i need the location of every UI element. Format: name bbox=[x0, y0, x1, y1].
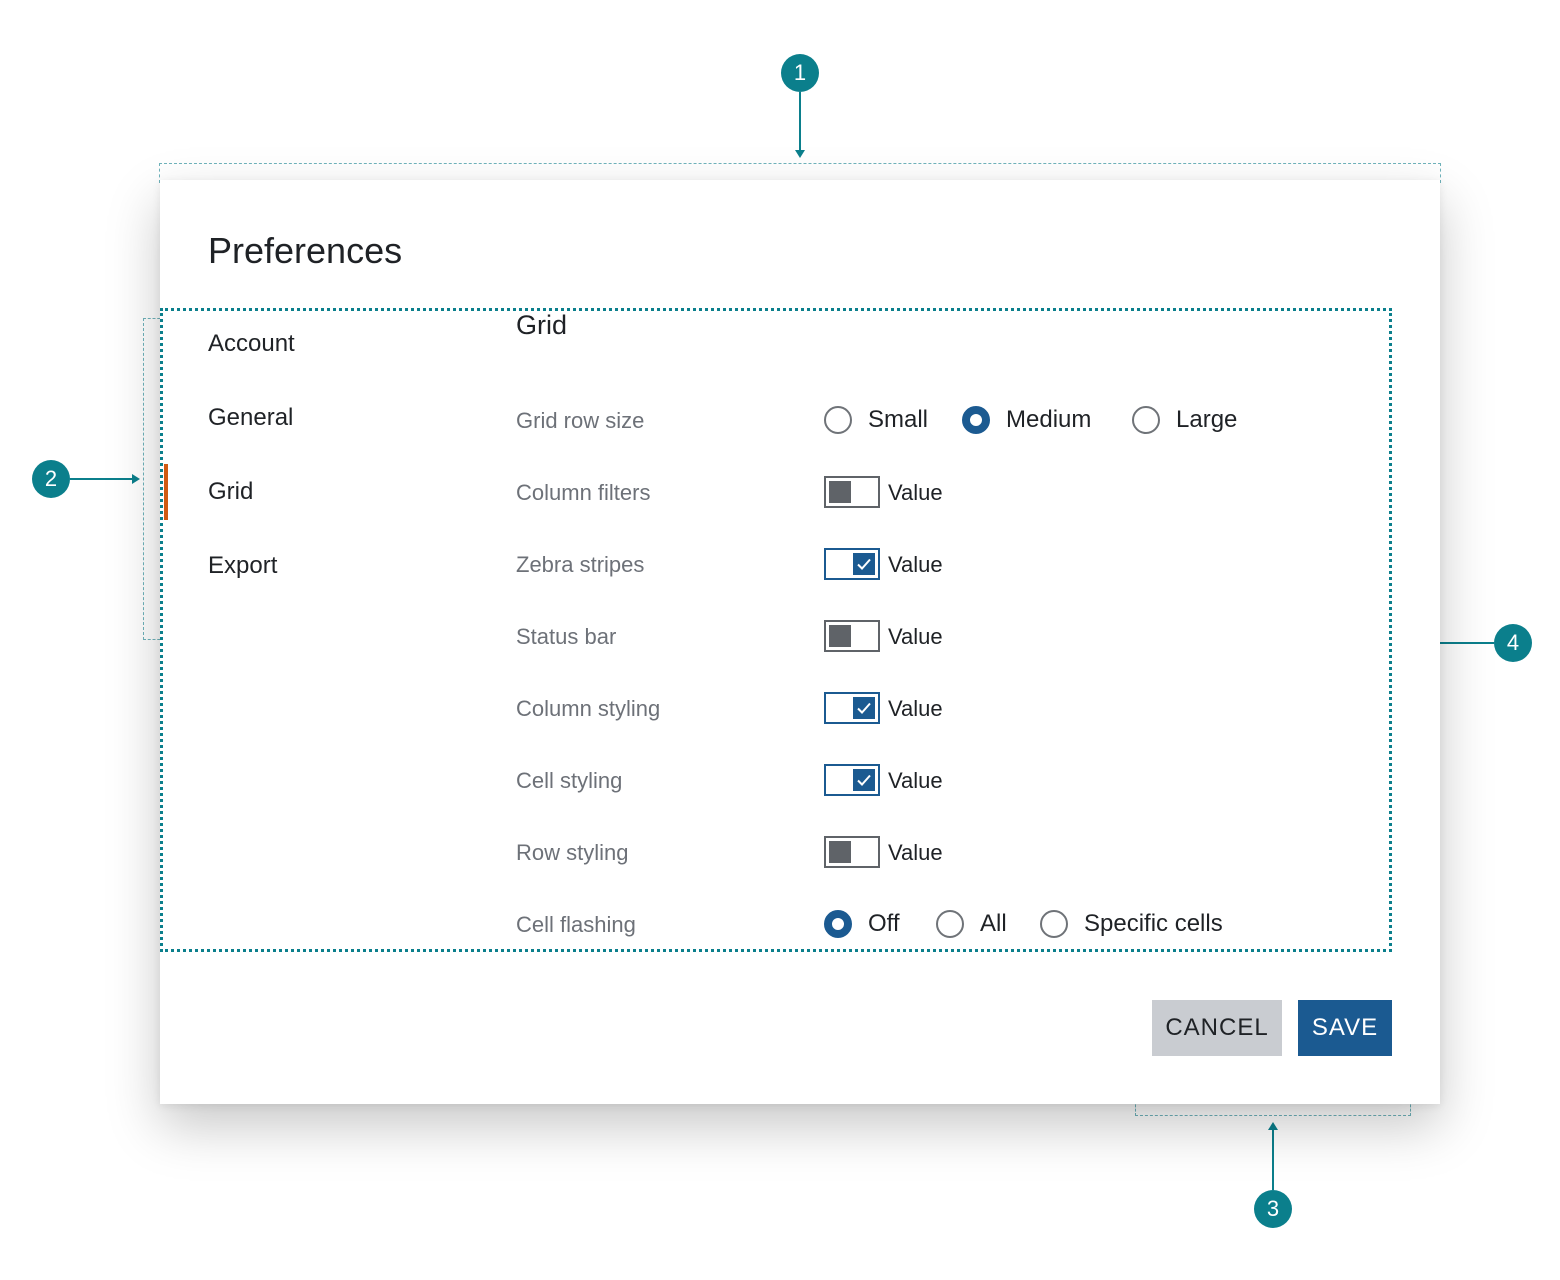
annotation-line-1 bbox=[799, 92, 801, 152]
annotation-region-4 bbox=[160, 308, 1392, 952]
save-button[interactable]: SAVE bbox=[1298, 1000, 1392, 1056]
dialog-title: Preferences bbox=[208, 230, 403, 271]
annotation-line-3 bbox=[1272, 1130, 1274, 1190]
annotation-marker-1: 1 bbox=[781, 54, 819, 92]
annotation-marker-3: 3 bbox=[1254, 1190, 1292, 1228]
annotation-marker-2: 2 bbox=[32, 460, 70, 498]
annotation-arrow-3 bbox=[1268, 1122, 1278, 1130]
cancel-button[interactable]: CANCEL bbox=[1152, 1000, 1282, 1056]
annotation-line-2 bbox=[70, 478, 132, 480]
annotation-arrow-2 bbox=[132, 474, 140, 484]
annotation-arrow-1 bbox=[795, 150, 805, 158]
annotation-marker-4: 4 bbox=[1494, 624, 1532, 662]
